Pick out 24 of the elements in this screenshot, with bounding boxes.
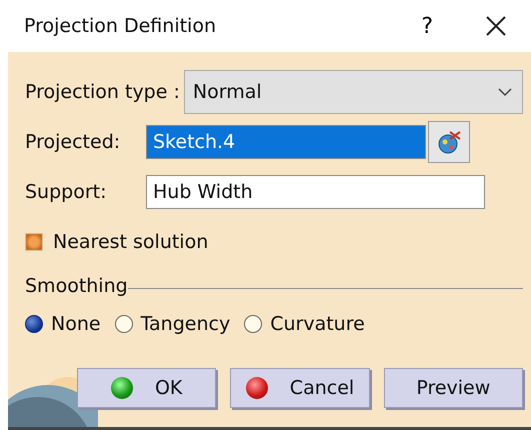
radio-label: Curvature [270, 313, 365, 335]
radio-button[interactable] [114, 315, 133, 333]
preview-button[interactable]: Preview [384, 368, 523, 408]
radio-label: Tangency [140, 313, 230, 335]
selection-tool-button[interactable] [428, 121, 470, 163]
projected-field[interactable]: Sketch.4 [146, 125, 426, 159]
checkbox[interactable] [25, 233, 43, 251]
window-title: Projection Definition [24, 15, 217, 37]
projection-type-label: Projection type : [25, 81, 180, 103]
close-icon[interactable] [485, 15, 507, 37]
support-label: Support: [25, 181, 108, 203]
cancel-button[interactable]: Cancel [230, 368, 370, 408]
radio-button[interactable] [25, 315, 43, 333]
support-field[interactable]: Hub Width [146, 175, 485, 209]
globe-icon [436, 129, 462, 155]
nearest-solution-label: Nearest solution [53, 231, 208, 253]
radio-button[interactable] [244, 315, 262, 333]
projection-type-dropdown[interactable]: Normal [184, 70, 523, 114]
chevron-down-icon [498, 88, 512, 96]
radio-label: None [51, 313, 101, 335]
help-button[interactable]: ? [421, 14, 433, 38]
projected-label: Projected: [25, 131, 122, 153]
ok-button[interactable]: OK [77, 368, 216, 408]
smoothing-heading: Smoothing [25, 275, 128, 297]
